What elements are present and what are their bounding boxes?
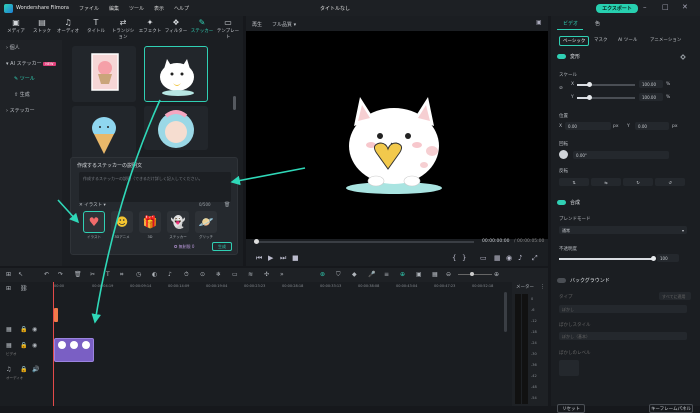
arrow-to-input (230, 167, 306, 186)
annotation-arrows (57, 99, 306, 324)
arrow-to-style (57, 199, 80, 224)
arrow-to-clip (91, 99, 161, 324)
